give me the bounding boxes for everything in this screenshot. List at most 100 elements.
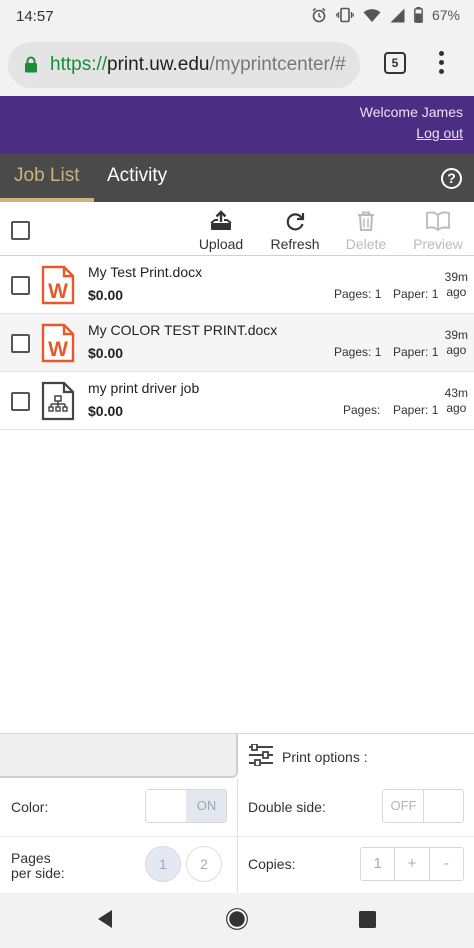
select-all-checkbox[interactable] <box>11 221 30 240</box>
job-time: 39m ago <box>445 270 468 300</box>
job-time-value: 39m <box>444 328 468 342</box>
color-label: Color: <box>11 799 49 815</box>
job-row[interactable]: my print driver job $0.00 Pages: Paper: … <box>0 372 474 430</box>
job-cost: $0.00 <box>88 403 124 419</box>
main-tabs: Job List Activity ? <box>0 154 474 202</box>
pages-per-side-label-line1: Pages <box>11 850 51 866</box>
vibrate-icon <box>336 7 354 23</box>
upload-label: Upload <box>198 236 244 252</box>
word-doc-icon: W <box>41 323 75 363</box>
preview-label: Preview <box>413 236 463 252</box>
job-checkbox[interactable] <box>11 276 30 295</box>
job-time-suffix: ago <box>446 285 467 299</box>
job-time: 39m ago <box>445 328 468 358</box>
status-bar: 14:57 67% <box>0 0 474 34</box>
copies-input[interactable]: 1 <box>361 848 394 880</box>
job-name: my print driver job <box>88 380 200 396</box>
job-cost: $0.00 <box>88 345 124 361</box>
refresh-icon <box>260 210 330 232</box>
url-text[interactable]: https://print.uw.edu/myprintcenter/# <box>50 54 356 76</box>
back-icon[interactable] <box>96 909 114 934</box>
signal-icon <box>390 8 405 23</box>
job-cost: $0.00 <box>88 287 124 303</box>
job-time-suffix: ago <box>446 401 467 415</box>
help-icon[interactable]: ? <box>441 168 462 189</box>
word-doc-icon: W <box>41 265 75 305</box>
print-options-header[interactable]: Print options : <box>248 743 368 769</box>
refresh-label: Refresh <box>270 236 320 252</box>
url-host: print.uw.edu <box>107 54 210 75</box>
job-checkbox[interactable] <box>11 392 30 411</box>
copies-plus-button[interactable]: + <box>394 848 428 880</box>
job-name: My COLOR TEST PRINT.docx <box>88 322 278 338</box>
pages-per-side-label-line2: per side: <box>11 865 65 881</box>
trash-icon <box>331 210 401 232</box>
svg-text:W: W <box>48 280 68 303</box>
wifi-icon <box>363 8 381 23</box>
welcome-text: Welcome James <box>359 104 463 120</box>
browser-toolbar: https://print.uw.edu/myprintcenter/# 5 <box>0 34 474 96</box>
double-side-label: Double side: <box>248 799 326 815</box>
job-pages: Pages: <box>343 403 381 417</box>
tab-switcher-button[interactable]: 5 <box>384 52 406 74</box>
job-name: My Test Print.docx <box>88 264 203 280</box>
print-options-tab-left[interactable] <box>0 734 238 778</box>
book-icon <box>403 210 473 232</box>
browser-menu-button[interactable] <box>434 51 448 77</box>
color-toggle[interactable]: ON <box>145 789 227 823</box>
url-scheme: https:// <box>50 54 108 75</box>
pages-per-side-option-2[interactable]: 2 <box>186 846 222 882</box>
job-time: 43m ago <box>445 386 468 416</box>
double-side-toggle-on-side <box>423 790 463 822</box>
lock-icon <box>24 56 38 78</box>
recents-icon[interactable] <box>359 911 376 933</box>
color-toggle-off-side <box>146 790 187 822</box>
print-driver-doc-icon <box>41 381 75 421</box>
double-side-toggle-value: OFF <box>390 798 417 813</box>
upload-button[interactable]: Upload <box>186 210 256 252</box>
upload-icon <box>186 210 256 232</box>
logout-link[interactable]: Log out <box>416 125 463 141</box>
tab-activity[interactable]: Activity <box>93 154 181 202</box>
copies-minus-button[interactable]: - <box>428 848 463 880</box>
job-pages: Pages: 1 <box>334 287 382 301</box>
color-toggle-value: ON <box>186 790 226 822</box>
battery-icon <box>414 7 423 23</box>
pages-per-side-label: Pages per side: <box>11 851 65 881</box>
delete-label: Delete <box>345 236 387 252</box>
refresh-button[interactable]: Refresh <box>260 210 330 252</box>
copies-stepper: 1 + - <box>360 847 464 881</box>
welcome-header: Welcome James Log out <box>0 96 474 154</box>
job-time-value: 43m <box>444 386 468 400</box>
print-options-title: Print options : <box>282 748 368 765</box>
options-divider <box>0 836 474 837</box>
job-paper: Paper: 1 <box>393 403 439 417</box>
job-pages: Pages: 1 <box>334 345 382 359</box>
job-paper: Paper: 1 <box>393 287 439 301</box>
menu-dot-icon <box>438 69 444 74</box>
svg-text:W: W <box>48 338 68 361</box>
pages-per-side-option-1[interactable]: 1 <box>145 846 181 882</box>
url-path: /myprintcenter/# <box>209 54 346 75</box>
android-nav-bar <box>0 893 474 948</box>
menu-dot-icon <box>438 51 444 56</box>
delete-button[interactable]: Delete <box>331 210 401 252</box>
job-checkbox[interactable] <box>11 334 30 353</box>
preview-button[interactable]: Preview <box>403 210 473 252</box>
copies-label: Copies: <box>248 856 296 872</box>
job-time-value: 39m <box>444 270 468 284</box>
tab-job-list[interactable]: Job List <box>0 154 94 202</box>
job-paper: Paper: 1 <box>393 345 439 359</box>
home-icon[interactable] <box>226 908 248 935</box>
job-toolbar: Upload Refresh Delete Preview <box>0 202 474 256</box>
menu-dot-icon <box>438 60 444 65</box>
alarm-icon <box>311 7 327 23</box>
address-bar[interactable]: https://print.uw.edu/myprintcenter/# <box>8 42 360 88</box>
double-side-toggle[interactable]: OFF <box>382 789 464 823</box>
job-time-suffix: ago <box>446 343 467 357</box>
print-options-panel: Print options : Color: ON Double side: O… <box>0 733 474 894</box>
system-icons: 67% <box>311 7 460 23</box>
job-row[interactable]: W My Test Print.docx $0.00 Pages: 1 Pape… <box>0 256 474 314</box>
job-list: W My Test Print.docx $0.00 Pages: 1 Pape… <box>0 256 474 430</box>
job-row[interactable]: W My COLOR TEST PRINT.docx $0.00 Pages: … <box>0 314 474 372</box>
